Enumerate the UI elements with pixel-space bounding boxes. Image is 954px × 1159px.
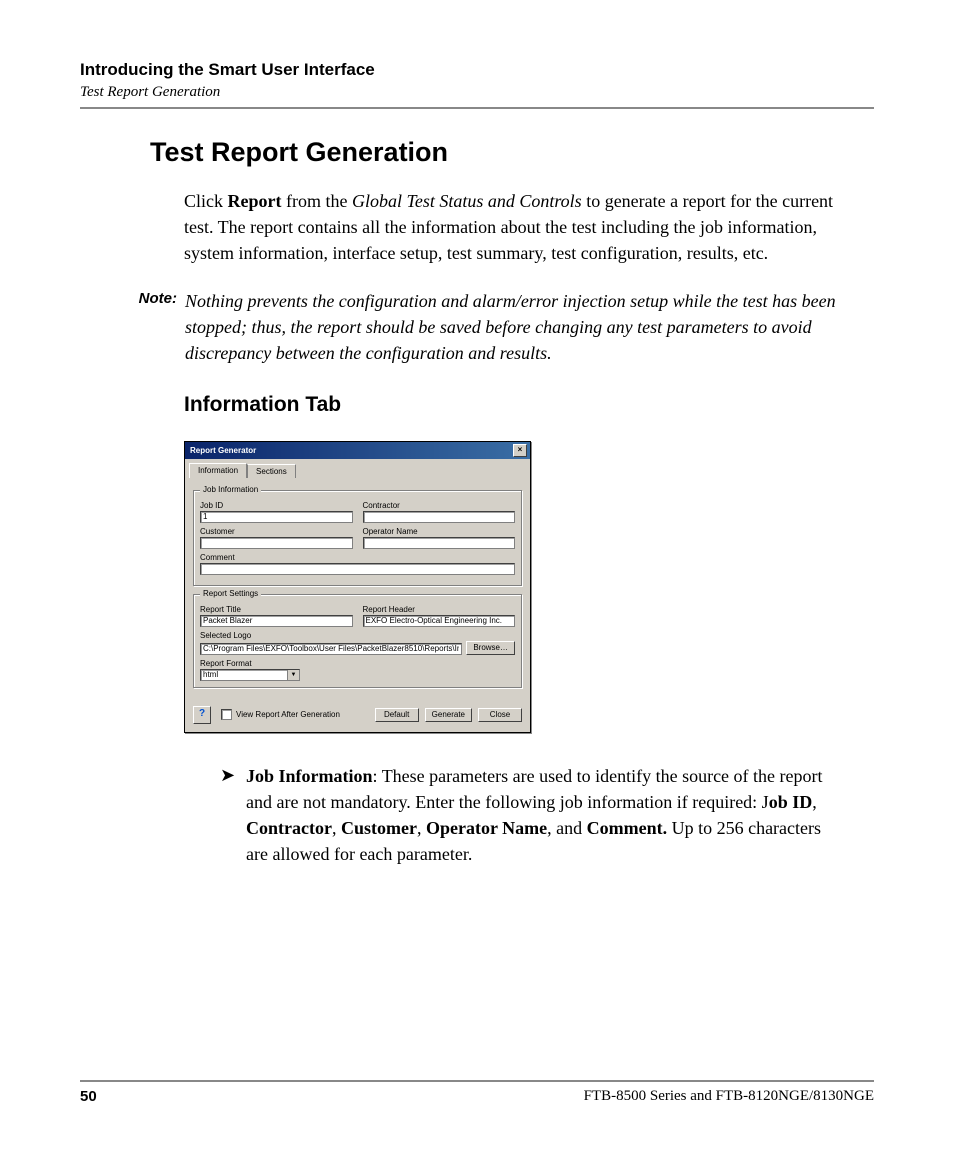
group-legend: Job Information (200, 485, 261, 494)
dialog-title: Report Generator (190, 446, 256, 455)
note-text: Nothing prevents the configuration and a… (185, 288, 846, 366)
selected-logo-input[interactable] (200, 643, 462, 655)
text-bold: Operator Name (426, 818, 547, 838)
text: , (812, 792, 817, 812)
note-label: Note: (115, 288, 185, 366)
view-report-after-label: View Report After Generation (236, 710, 340, 719)
header-divider (80, 107, 874, 109)
chapter-title: Introducing the Smart User Interface (80, 60, 874, 80)
comment-label: Comment (200, 553, 515, 562)
text: Click (184, 191, 228, 211)
text-italic: Global Test Status and Controls (352, 191, 582, 211)
text-bold: Comment. (587, 818, 667, 838)
text-bold: Customer (341, 818, 417, 838)
default-button[interactable]: Default (375, 708, 419, 722)
job-information-group: Job Information Job ID Contractor (193, 490, 522, 586)
text: , (417, 818, 426, 838)
report-header-label: Report Header (363, 605, 516, 614)
comment-input[interactable] (200, 563, 515, 575)
chapter-subtitle: Test Report Generation (80, 84, 874, 101)
customer-label: Customer (200, 527, 353, 536)
contractor-label: Contractor (363, 501, 516, 510)
report-title-input[interactable] (200, 615, 353, 627)
text-bold: Contractor (246, 818, 332, 838)
browse-button[interactable]: Browse… (466, 641, 515, 655)
footer-product: FTB-8500 Series and FTB-8120NGE/8130NGE (584, 1088, 874, 1105)
intro-paragraph: Click Report from the Global Test Status… (184, 188, 846, 266)
dialog-titlebar: Report Generator × (185, 442, 530, 459)
contractor-input[interactable] (363, 511, 516, 523)
report-title-label: Report Title (200, 605, 353, 614)
text: , (332, 818, 341, 838)
group-legend: Report Settings (200, 589, 261, 598)
text: , and (547, 818, 587, 838)
tab-information[interactable]: Information (189, 463, 247, 478)
select-value: html (201, 670, 287, 680)
report-generator-dialog: Report Generator × Information Sections … (184, 441, 531, 733)
bullet-item: ➤ Job Information: These parameters are … (220, 763, 846, 867)
subsection-title: Information Tab (184, 393, 874, 417)
text-bold: Report (228, 191, 282, 211)
bullet-text: Job Information: These parameters are us… (246, 763, 846, 867)
close-dialog-button[interactable]: Close (478, 708, 522, 722)
section-title: Test Report Generation (150, 137, 874, 168)
report-format-label: Report Format (200, 659, 515, 668)
help-button[interactable]: ? (193, 706, 211, 724)
report-settings-group: Report Settings Report Title Report Head… (193, 594, 522, 688)
text: from the (281, 191, 351, 211)
operator-name-label: Operator Name (363, 527, 516, 536)
page-number: 50 (80, 1088, 97, 1105)
selected-logo-label: Selected Logo (200, 631, 515, 640)
arrow-bullet-icon: ➤ (220, 763, 246, 867)
operator-name-input[interactable] (363, 537, 516, 549)
close-button[interactable]: × (513, 444, 527, 457)
job-id-input[interactable] (200, 511, 353, 523)
footer-divider (80, 1080, 874, 1082)
tab-sections[interactable]: Sections (247, 464, 296, 478)
generate-button[interactable]: Generate (425, 708, 472, 722)
note-block: Note: Nothing prevents the configuration… (115, 288, 846, 366)
customer-input[interactable] (200, 537, 353, 549)
text-bold: Job Information (246, 766, 373, 786)
job-id-label: Job ID (200, 501, 353, 510)
report-format-select[interactable]: html ▼ (200, 669, 300, 681)
text-bold: ob ID (769, 792, 813, 812)
view-report-after-checkbox[interactable] (221, 709, 232, 720)
report-header-input[interactable] (363, 615, 516, 627)
chevron-down-icon: ▼ (287, 670, 299, 680)
